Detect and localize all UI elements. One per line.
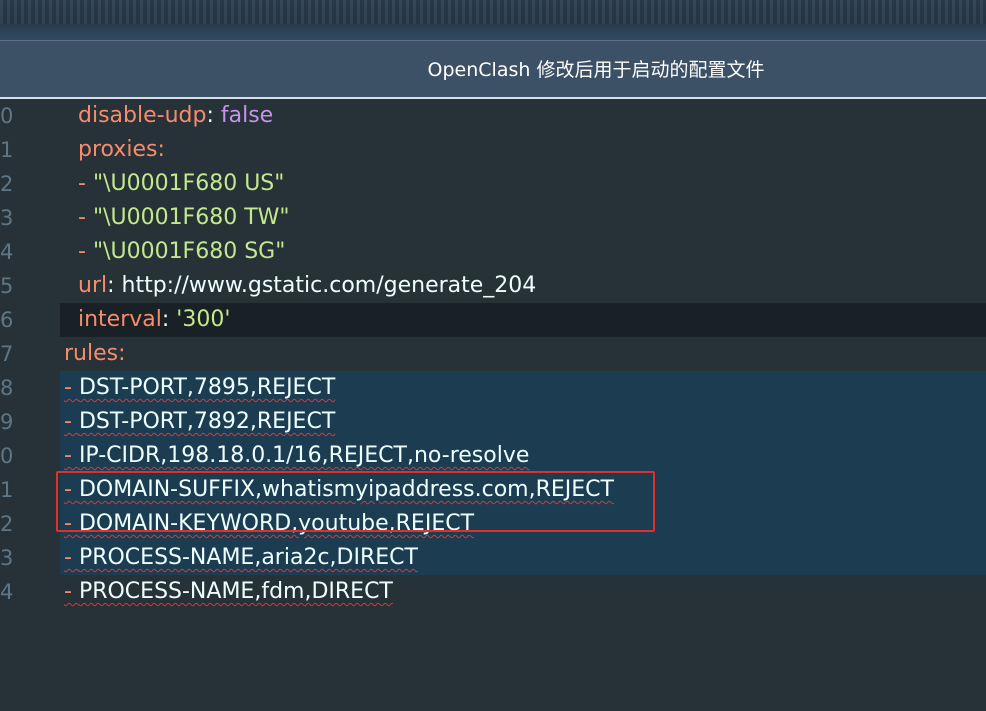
- code-line-selected[interactable]: 0 - IP-CIDR,198.18.0.1/16,REJECT,no-reso…: [0, 439, 986, 473]
- line-number: 3: [0, 206, 14, 230]
- code-line[interactable]: 4 - PROCESS-NAME,fdm,DIRECT: [0, 575, 986, 609]
- rule-text: DOMAIN-SUFFIX,whatismyipaddress.com,REJE…: [78, 477, 614, 502]
- list-dash: -: [64, 511, 79, 536]
- code-line-selected[interactable]: 3 - PROCESS-NAME,aria2c,DIRECT: [0, 541, 986, 575]
- code-line[interactable]: 1 proxies:: [0, 133, 986, 167]
- line-number: 7: [0, 342, 14, 366]
- list-dash: -: [64, 375, 79, 400]
- code-line[interactable]: 3 - "\U0001F680 TW": [0, 201, 986, 235]
- yaml-string: "\U0001F680 SG": [92, 239, 286, 264]
- line-number: 8: [0, 376, 14, 400]
- code-line[interactable]: 2 - "\U0001F680 US": [0, 167, 986, 201]
- code-line-selected[interactable]: 9 - DST-PORT,7892,REJECT: [0, 405, 986, 439]
- line-number: 0: [0, 104, 14, 128]
- yaml-colon: :: [206, 103, 221, 128]
- code-editor[interactable]: 0 disable-udp: false 1 proxies: 2 - "\U0…: [0, 99, 986, 604]
- list-dash: -: [64, 477, 79, 502]
- line-number: 2: [0, 512, 14, 536]
- code-line-selected[interactable]: 2 - DOMAIN-KEYWORD,youtube,REJECT: [0, 507, 986, 541]
- line-number: 2: [0, 172, 14, 196]
- line-number: 6: [0, 308, 14, 332]
- code-line-active[interactable]: 6 interval: '300': [0, 303, 986, 337]
- line-number: 4: [0, 580, 14, 604]
- rule-text: DOMAIN-KEYWORD,youtube,REJECT: [78, 511, 475, 536]
- code-line[interactable]: 0 disable-udp: false: [0, 99, 986, 133]
- rule-text: PROCESS-NAME,aria2c,DIRECT: [78, 545, 418, 570]
- list-dash: -: [64, 443, 79, 468]
- list-dash: -: [64, 579, 79, 604]
- yaml-key: rules: [64, 341, 119, 366]
- code-line-selected[interactable]: 1 - DOMAIN-SUFFIX,whatismyipaddress.com,…: [0, 473, 986, 507]
- line-number: 5: [0, 274, 14, 298]
- yaml-colon: :: [157, 137, 165, 162]
- line-number: 9: [0, 410, 14, 434]
- line-number: 4: [0, 240, 14, 264]
- yaml-key: interval: [78, 307, 162, 332]
- yaml-colon: :: [107, 273, 122, 298]
- yaml-key: proxies: [78, 137, 158, 162]
- yaml-value: http://www.gstatic.com/generate_204: [121, 273, 537, 298]
- yaml-value: false: [220, 103, 274, 128]
- dialog-header: OpenClash 修改后用于启动的配置文件: [0, 40, 986, 97]
- list-dash: -: [78, 239, 93, 264]
- rule-text: IP-CIDR,198.18.0.1/16,REJECT,no-resolve: [78, 443, 530, 468]
- line-number: 1: [0, 138, 14, 162]
- yaml-colon: :: [118, 341, 126, 366]
- yaml-string: "\U0001F680 US": [92, 171, 285, 196]
- list-dash: -: [78, 171, 93, 196]
- list-dash: -: [64, 409, 79, 434]
- background-texture: [0, 0, 986, 24]
- code-line[interactable]: 4 - "\U0001F680 SG": [0, 235, 986, 269]
- list-dash: -: [64, 545, 79, 570]
- list-dash: -: [78, 205, 93, 230]
- yaml-string: '300': [176, 307, 231, 332]
- code-line[interactable]: 5 url: http://www.gstatic.com/generate_2…: [0, 269, 986, 303]
- code-line[interactable]: 7 rules:: [0, 337, 986, 371]
- rule-text: PROCESS-NAME,fdm,DIRECT: [78, 579, 393, 604]
- background-strip: [0, 0, 986, 40]
- yaml-colon: :: [161, 307, 177, 332]
- line-number: 3: [0, 546, 14, 570]
- yaml-key: disable-udp: [78, 103, 207, 128]
- yaml-key: url: [78, 273, 108, 298]
- yaml-string: "\U0001F680 TW": [92, 205, 290, 230]
- line-number: 0: [0, 444, 14, 468]
- line-number: 1: [0, 478, 14, 502]
- rule-text: DST-PORT,7895,REJECT: [78, 375, 336, 400]
- dialog-title: OpenClash 修改后用于启动的配置文件: [427, 59, 765, 81]
- rule-text: DST-PORT,7892,REJECT: [78, 409, 336, 434]
- code-line-selected[interactable]: 8 - DST-PORT,7895,REJECT: [0, 371, 986, 405]
